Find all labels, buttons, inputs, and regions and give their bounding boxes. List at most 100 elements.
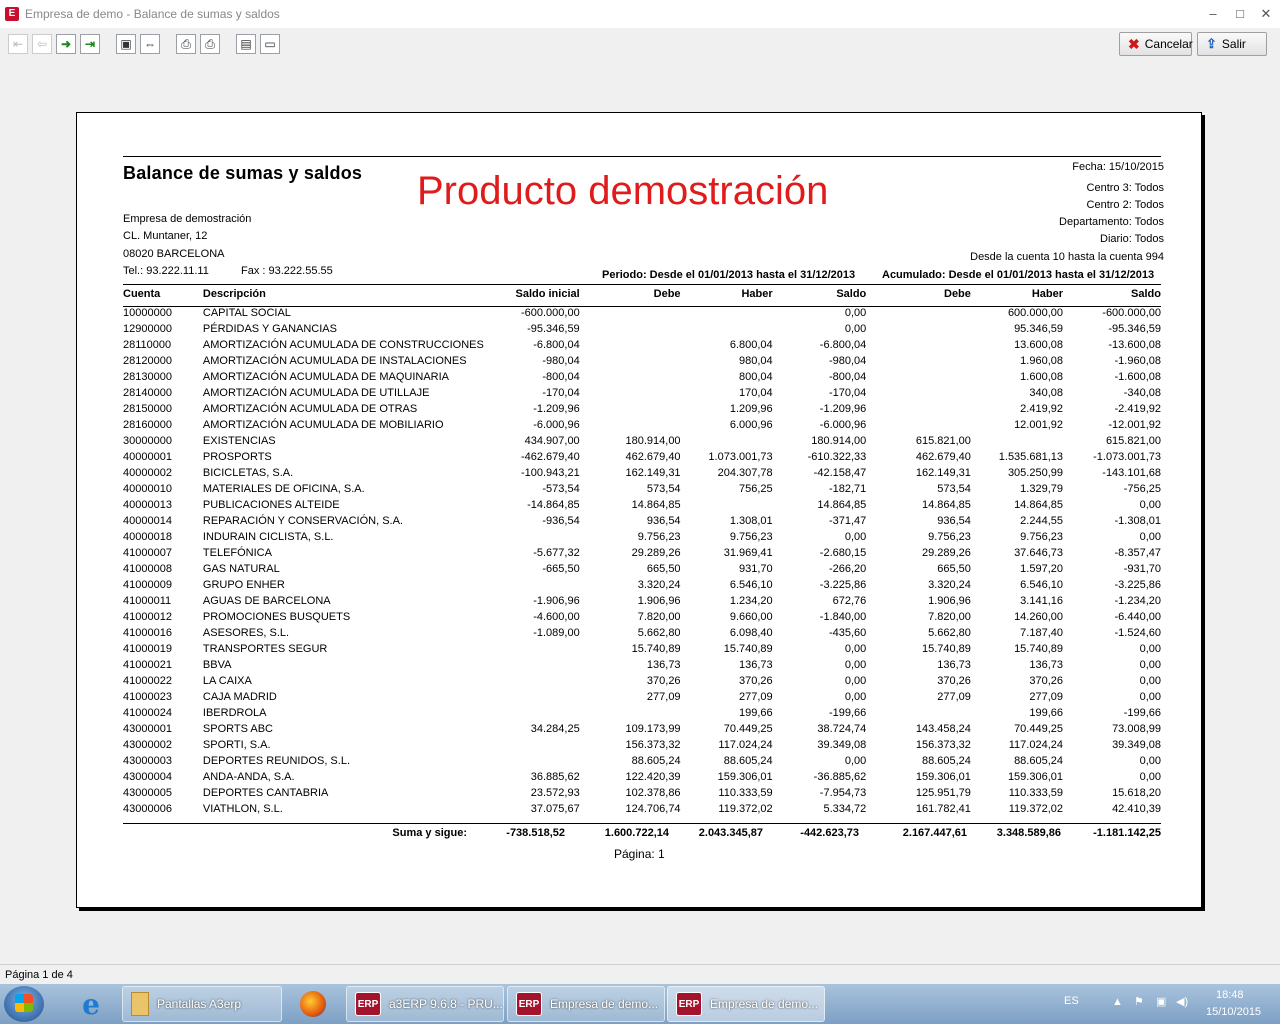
table-cell: -1.089,00 [533,627,580,639]
table-row: 41000024 IBERDROLA 199,66 -199,66 199,66 -199… [123,705,1161,721]
start-button[interactable] [4,986,44,1022]
exit-button[interactable]: ⇪ Salir [1197,32,1267,56]
table-cell [484,689,580,705]
clock-date[interactable]: 15/10/2015 [1206,1006,1261,1018]
table-cell: 5.334,72 [823,803,867,815]
table-cell: 9.660,00 [729,611,773,623]
flag-icon[interactable]: ⚑ [1134,995,1144,1008]
table-cell: VIATHLON, S.L. [202,803,283,815]
table-cell: 0,00 [844,755,867,767]
table-cell: 462.679,40 [625,451,681,463]
table-cell: LA CAIXA [202,675,252,687]
table-cell: 0,00 [1139,771,1161,783]
export-icon[interactable]: ▭ [260,34,280,54]
table-cell: -340,08 [1123,387,1161,399]
table-cell [866,401,971,417]
table-cell: 170,04 [739,387,773,399]
table-row: 40000001 PROSPORTS -462.679,40 462.679,40 1.… [123,449,1161,465]
table-cell: 6.098,40 [729,627,773,639]
table-cell: 615.821,00 [915,435,971,447]
table-cell: BICICLETAS, S.A. [202,467,294,479]
table-cell: 70.449,25 [1014,723,1063,735]
company-phone: Tel.: 93.222.11.11 [123,265,209,277]
maximize-button[interactable]: □ [1228,4,1252,24]
table-cell: 6.000,96 [729,419,773,431]
table-cell: DEPORTES REUNIDOS, S.L. [202,755,350,767]
table-cell: AMORTIZACIÓN ACUMULADA DE OTRAS [202,403,418,415]
table-cell: 1.209,96 [729,403,773,415]
taskbar-item-folder[interactable]: Pantallas A3erp [122,986,282,1022]
table-cell: 9.756,23 [1020,531,1063,543]
tray-expand-icon[interactable]: ▲ [1112,996,1123,1008]
table-cell: -3.225,86 [1114,579,1161,591]
table-cell: -12.001,92 [1108,419,1161,431]
taskbar-item-empresa-1[interactable]: ERP Empresa de demo... [507,986,665,1022]
table-row: 28110000 AMORTIZACIÓN ACUMULADA DE CONSTR… [123,337,1161,353]
totals-rule [123,823,1161,824]
table-cell: 980,04 [739,355,773,367]
taskbar-firefox[interactable] [286,986,340,1022]
taskbar-item-a3erp[interactable]: ERP a3ERP 9.6.8 - PRU... [346,986,504,1022]
print-setup-icon[interactable]: ⎙ [176,34,196,54]
totals-label: Suma y sigue: [392,827,467,839]
table-cell: 756,25 [739,483,773,495]
volume-icon[interactable]: ◀) [1176,995,1188,1008]
table-cell: 119.372,02 [1008,803,1063,815]
table-cell: 15.618,20 [1112,787,1161,799]
table-cell [580,305,681,321]
table-cell: 136,73 [1029,659,1063,671]
table-cell: 9.756,23 [928,531,971,543]
table-cell: 277,09 [739,691,773,703]
table-cell [484,753,580,769]
fit-page-icon[interactable]: ▣ [116,34,136,54]
table-cell: 43000004 [123,771,172,783]
table-cell: 124.706,74 [625,803,681,815]
table-cell [866,385,971,401]
table-cell: -600.000,00 [1102,307,1161,319]
table-cell: 73.008,99 [1112,723,1161,735]
table-cell: -13.600,08 [1108,339,1161,351]
app-icon: E [5,7,19,21]
table-row: 41000009 GRUPO ENHER 3.320,24 6.546,10 -3.22… [123,577,1161,593]
table-cell: 15.740,89 [921,643,971,655]
table-cell: 936,54 [937,515,971,527]
previous-page-icon[interactable]: ⇦ [32,34,52,54]
taskbar-item-label: Empresa de demo... [710,997,819,1011]
total-haber-periodo: 2.043.345,87 [698,827,763,839]
taskbar: e Pantallas A3erp ERP a3ERP 9.6.8 - PRU.… [0,984,1280,1024]
next-page-icon[interactable]: ➜ [56,34,76,54]
fit-width-icon[interactable]: ⇔ [140,34,160,54]
table-cell: -4.600,00 [533,611,580,623]
cancel-button[interactable]: ✖ Cancelar [1119,32,1193,56]
title-bar: E Empresa de demo - Balance de sumas y s… [0,0,1280,29]
table-header: Cuenta Descripción Saldo inicial Debe Ha… [123,283,1161,305]
table-cell: -462.679,40 [520,451,580,463]
table-cell [580,385,681,401]
network-icon[interactable]: ▣ [1156,995,1166,1008]
save-icon[interactable]: ▤ [236,34,256,54]
table-cell: 28130000 [123,371,172,383]
table-cell: -14.864,85 [527,499,580,511]
firefox-icon [300,991,326,1017]
table-cell: 340,08 [1029,387,1063,399]
filter-diario: Diario: Todos [1100,233,1164,245]
table-cell: 931,70 [739,563,773,575]
table-cell: 30000000 [123,435,172,447]
table-cell: -1.234,20 [1114,595,1161,607]
close-button[interactable]: ✕ [1254,4,1278,24]
last-page-icon[interactable]: ⇥ [80,34,100,54]
total-debe-acumulado: 2.167.447,61 [902,827,967,839]
taskbar-ie[interactable]: e [64,986,118,1022]
table-cell: 28110000 [123,339,172,351]
language-indicator[interactable]: ES [1064,995,1079,1007]
table-cell: CAJA MADRID [202,691,277,703]
table-row: 43000005 DEPORTES CANTABRIA 23.572,93 102.3… [123,785,1161,801]
first-page-icon[interactable]: ⇤ [8,34,28,54]
taskbar-item-empresa-2[interactable]: ERP Empresa de demo... [667,986,825,1022]
table-row: 41000007 TELEFÓNICA -5.677,32 29.289,26 31.9… [123,545,1161,561]
minimize-button[interactable]: ‒ [1201,4,1225,24]
table-cell: 1.906,96 [928,595,971,607]
print-icon[interactable]: ⎙ [200,34,220,54]
clock-time[interactable]: 18:48 [1216,989,1244,1001]
table-cell: -95.346,59 [1108,323,1161,335]
